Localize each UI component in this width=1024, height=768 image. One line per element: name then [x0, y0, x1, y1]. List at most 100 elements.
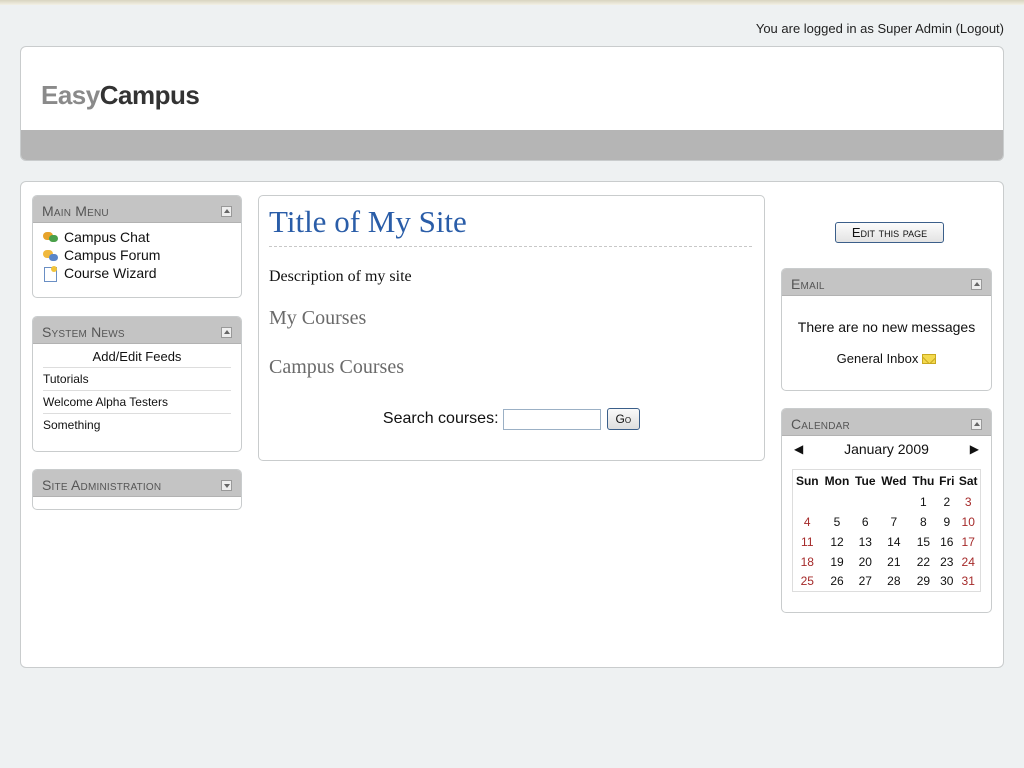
site-admin-header[interactable]: Site Administration [33, 470, 241, 497]
menu-item-course-wizard[interactable]: Course Wizard [33, 264, 241, 282]
news-item[interactable]: Tutorials [43, 368, 231, 391]
weekday-row: Sun Mon Tue Wed Thu Fri Sat [793, 470, 981, 492]
site-title: Title of My Site [269, 204, 752, 247]
news-item[interactable]: Welcome Alpha Testers [43, 391, 231, 414]
calendar-month[interactable]: January 2009 [782, 441, 991, 457]
calendar-nav: ◀ January 2009 ▶ [782, 436, 991, 462]
calendar-day[interactable]: 10 [956, 512, 980, 532]
weekday-header: Wed [881, 473, 907, 488]
calendar-day[interactable]: 1 [910, 492, 938, 512]
calendar-day[interactable]: 29 [910, 572, 938, 592]
weekday-header: Sun [795, 473, 819, 488]
calendar-day[interactable]: 30 [937, 572, 956, 592]
site-admin-title: Site Administration [42, 477, 162, 493]
calendar-day[interactable]: 18 [793, 552, 822, 572]
system-news-header: System News [33, 317, 241, 344]
collapse-icon[interactable] [221, 206, 232, 217]
calendar-day[interactable]: 20 [852, 552, 878, 572]
menu-item-label: Campus Chat [64, 229, 150, 245]
system-news-title: System News [42, 324, 125, 340]
calendar-day[interactable] [793, 492, 822, 512]
calendar-day[interactable]: 13 [852, 532, 878, 552]
calendar-header: Calendar [782, 409, 991, 436]
calendar-day[interactable]: 26 [822, 572, 853, 592]
add-edit-feeds-link[interactable]: Add/Edit Feeds [43, 344, 231, 368]
calendar-day[interactable]: 21 [878, 552, 910, 572]
site-admin-block: Site Administration [32, 469, 242, 510]
site-description: Description of my site [269, 268, 412, 285]
calendar-day[interactable]: 22 [910, 552, 938, 572]
calendar-day[interactable]: 25 [793, 572, 822, 592]
calendar-day[interactable] [852, 492, 878, 512]
wizard-icon [43, 265, 59, 282]
calendar-day[interactable]: 23 [937, 552, 956, 572]
calendar-day[interactable]: 19 [822, 552, 853, 572]
calendar-week: 18 19 20 21 22 23 24 [793, 552, 981, 572]
collapse-icon[interactable] [971, 419, 982, 430]
email-title: Email [791, 276, 825, 292]
search-label: Search courses: [382, 410, 499, 427]
site-logo[interactable]: EasyCampus [41, 80, 200, 111]
calendar-day[interactable] [878, 492, 910, 512]
menu-item-label: Campus Forum [64, 247, 161, 263]
collapse-icon[interactable] [971, 279, 982, 290]
menu-item-campus-chat[interactable]: Campus Chat [33, 228, 241, 246]
calendar-day[interactable]: 12 [822, 532, 853, 552]
calendar-day[interactable]: 17 [956, 532, 980, 552]
calendar-week: 1 2 3 [793, 492, 981, 512]
campus-courses-heading: Campus Courses [269, 356, 404, 378]
search-courses-input[interactable] [502, 408, 601, 430]
logo-part-campus: Campus [99, 80, 200, 110]
calendar-day[interactable]: 15 [910, 532, 938, 552]
next-month-icon[interactable]: ▶ [970, 442, 979, 456]
calendar-day[interactable]: 31 [956, 572, 980, 592]
email-header: Email [782, 269, 991, 296]
news-item[interactable]: Something [43, 414, 231, 436]
calendar-day[interactable] [822, 492, 853, 512]
chat-icon [43, 231, 59, 244]
calendar-week: 11 12 13 14 15 16 17 [793, 532, 981, 552]
envelope-icon [922, 353, 937, 364]
calendar-day[interactable]: 5 [822, 512, 853, 532]
general-inbox-link[interactable]: General Inbox [782, 351, 991, 366]
logout-link[interactable]: (Logout) [956, 21, 1004, 36]
inbox-label: General Inbox [836, 351, 919, 366]
weekday-header: Tue [855, 473, 876, 488]
header-nav-band [21, 130, 1003, 160]
weekday-header: Thu [912, 473, 935, 488]
calendar-day[interactable]: 3 [956, 492, 980, 512]
course-search: Search courses: Go [259, 408, 764, 430]
main-menu-header: Main Menu [33, 196, 241, 223]
calendar-day[interactable]: 8 [910, 512, 938, 532]
calendar-day[interactable]: 24 [956, 552, 980, 572]
calendar-day[interactable]: 16 [937, 532, 956, 552]
go-button[interactable]: Go [606, 408, 641, 430]
user-link[interactable]: Super Admin [878, 21, 952, 36]
calendar-block: Calendar ◀ January 2009 ▶ Sun Mon Tue We… [781, 408, 992, 613]
calendar-day[interactable]: 28 [878, 572, 910, 592]
email-status: There are no new messages [797, 319, 976, 335]
expand-icon[interactable] [221, 480, 232, 491]
main-menu-title: Main Menu [42, 203, 109, 219]
calendar-day[interactable]: 2 [937, 492, 956, 512]
login-prefix: You are logged in as [755, 21, 878, 36]
calendar-day[interactable]: 27 [852, 572, 878, 592]
calendar-day[interactable]: 7 [878, 512, 910, 532]
calendar-grid: Sun Mon Tue Wed Thu Fri Sat 1 2 3 4 5 6 … [792, 469, 981, 592]
menu-item-campus-forum[interactable]: Campus Forum [33, 246, 241, 264]
calendar-day[interactable]: 4 [793, 512, 822, 532]
weekday-header: Mon [824, 473, 850, 488]
calendar-day[interactable]: 11 [793, 532, 822, 552]
logo-part-easy: Easy [41, 80, 100, 110]
weekday-header: Fri [939, 473, 955, 488]
calendar-day[interactable]: 6 [852, 512, 878, 532]
calendar-day[interactable]: 14 [878, 532, 910, 552]
calendar-day[interactable]: 9 [937, 512, 956, 532]
email-block: Email There are no new messages General … [781, 268, 992, 391]
calendar-title: Calendar [791, 416, 850, 432]
calendar-week: 25 26 27 28 29 30 31 [793, 572, 981, 592]
edit-this-page-button[interactable]: Edit this page [835, 222, 944, 243]
forum-icon [43, 249, 59, 262]
menu-item-label: Course Wizard [64, 265, 157, 281]
collapse-icon[interactable] [221, 327, 232, 338]
